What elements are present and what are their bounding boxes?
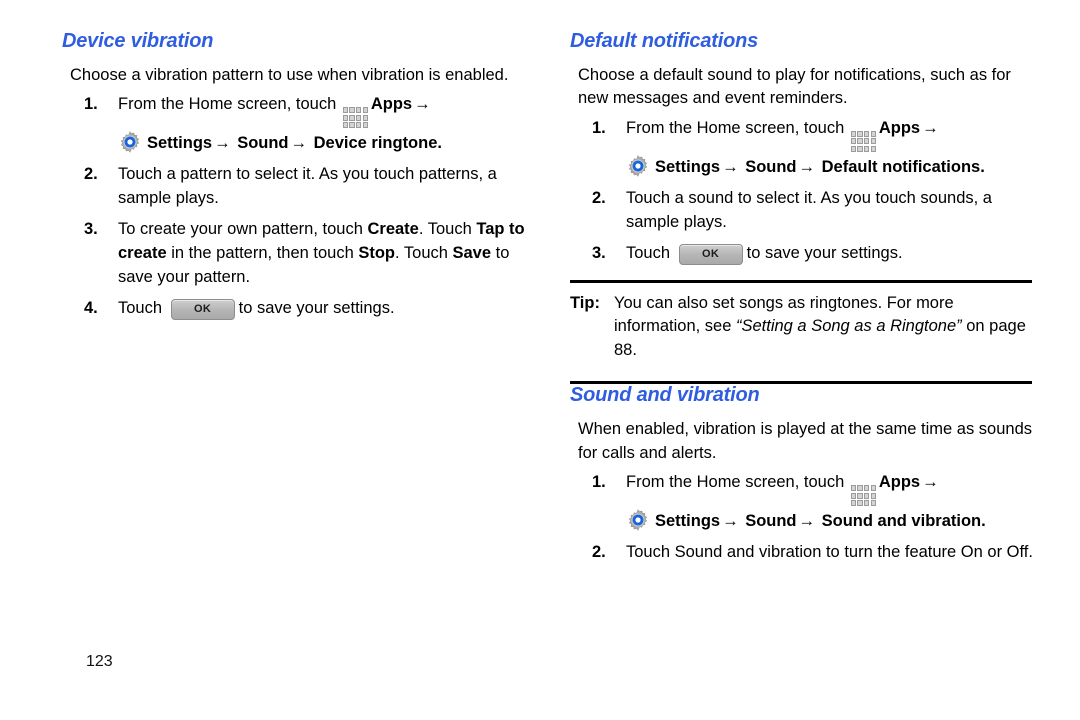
body-text: . Touch — [418, 220, 477, 239]
right-column: Default notifications Choose a default s… — [570, 30, 1040, 572]
body-text: To create your own pattern, touch — [118, 220, 368, 239]
apps-grid-icon — [342, 107, 368, 129]
settings-path: Settings → Sound → Device ringtone. — [118, 130, 532, 156]
path-leaf: Device ringtone — [313, 134, 438, 153]
list-item: 2. Touch Sound and vibration to turn the… — [570, 541, 1040, 565]
steps-list-default-notifications: 1. From the Home screen, touch Apps → Set… — [570, 117, 1040, 266]
ok-button[interactable]: OK — [678, 243, 743, 265]
arrow-glyph: → — [798, 512, 816, 531]
step-number: 1. — [592, 473, 606, 492]
settings-path: Settings → Sound → Default notifications. — [626, 154, 1040, 180]
body-text: . Touch — [395, 244, 453, 263]
step-text: Touch — [626, 243, 675, 262]
emphasis-text: Create — [367, 220, 419, 239]
path-suffix: . — [437, 134, 442, 153]
settings-path: Settings → Sound → Sound and vibration. — [626, 508, 1040, 534]
step-number: 4. — [84, 298, 98, 317]
step-number: 2. — [592, 543, 606, 562]
page-number: 123 — [86, 653, 113, 670]
step-number: 2. — [592, 188, 606, 207]
list-item: 1. From the Home screen, touch Apps → Set… — [570, 117, 1040, 180]
path-leaf: Sound and vibration — [821, 512, 982, 531]
left-column: Device vibration Choose a vibration patt… — [62, 30, 532, 328]
step-text: Touch a pattern to select it. As you tou… — [118, 165, 497, 208]
step-text: From the Home screen, touch — [626, 473, 849, 492]
step-number: 2. — [84, 165, 98, 184]
arrow-glyph: → — [214, 134, 231, 153]
step-text: From the Home screen, touch — [118, 95, 341, 114]
path-settings: Settings — [655, 512, 721, 531]
step-number: 1. — [84, 95, 98, 114]
apps-label: Apps — [878, 473, 921, 492]
arrow-glyph: → — [722, 512, 739, 531]
settings-gear-icon — [118, 130, 142, 154]
intro-text-sound-and-vibration: When enabled, vibration is played at the… — [578, 420, 1033, 462]
emphasis-text: Stop — [358, 244, 396, 263]
page-title-default-notifications: Default notifications — [570, 30, 759, 52]
list-item: 4. Touch OK to save your settings. — [62, 297, 532, 321]
path-suffix: . — [980, 157, 985, 176]
list-item: 1. From the Home screen, touch Apps → Set… — [62, 93, 532, 156]
step-number: 3. — [84, 220, 98, 239]
arrow-glyph: → — [290, 134, 308, 153]
path-suffix: . — [981, 512, 986, 531]
page-title-sound-and-vibration: Sound and vibration — [570, 384, 760, 407]
page-title-device-vibration: Device vibration — [62, 30, 214, 52]
emphasis-text: Save — [452, 244, 492, 263]
arrow-glyph: → — [922, 473, 939, 492]
ok-button[interactable]: OK — [170, 298, 235, 321]
steps-list-sound-and-vibration: 1. From the Home screen, touch Apps → Set… — [570, 471, 1040, 565]
path-sound: Sound — [745, 157, 797, 176]
apps-grid-icon — [850, 485, 876, 507]
step-text: Touch a sound to select it. As you touch… — [626, 188, 992, 231]
tip-label: Tip: — [570, 293, 600, 312]
path-sound: Sound — [237, 134, 289, 153]
settings-gear-icon — [626, 154, 650, 178]
list-item: 3. Touch OK to save your settings. — [570, 242, 1040, 266]
step-text: to save your settings. — [746, 243, 903, 262]
step-text-rich: To create your own pattern, touch Create… — [118, 220, 525, 286]
arrow-glyph: → — [922, 118, 939, 137]
apps-label: Apps — [878, 118, 921, 137]
step-number: 3. — [592, 243, 606, 262]
step-number: 1. — [592, 118, 606, 137]
intro-text-default-notifications: Choose a default sound to play for notif… — [578, 66, 1011, 108]
step-text: to save your settings. — [238, 298, 395, 317]
path-sound: Sound — [745, 512, 797, 531]
body-text: in the pattern, then touch — [166, 244, 359, 263]
steps-list-device-vibration: 1. From the Home screen, touch Apps → Set… — [62, 93, 532, 321]
path-settings: Settings — [147, 134, 213, 153]
step-text: Touch — [118, 298, 167, 317]
list-item: 2. Touch a sound to select it. As you to… — [570, 187, 1040, 235]
step-text: Touch Sound and vibration to turn the fe… — [626, 543, 1033, 562]
step-text: From the Home screen, touch — [626, 118, 849, 137]
arrow-glyph: → — [722, 157, 739, 176]
list-item: 1. From the Home screen, touch Apps → Set… — [570, 471, 1040, 534]
intro-text-device-vibration: Choose a vibration pattern to use when v… — [70, 66, 509, 84]
tip-callout: Tip: You can also set songs as ringtones.… — [570, 283, 1040, 368]
apps-label: Apps — [370, 95, 413, 114]
list-item: 3. To create your own pattern, touch Cre… — [62, 218, 532, 290]
manual-page: Device vibration Choose a vibration patt… — [0, 0, 1080, 720]
list-item: 2. Touch a pattern to select it. As you … — [62, 163, 532, 211]
tip-reference-title: “Setting a Song as a Ringtone” — [735, 317, 962, 336]
path-leaf: Default notifications — [821, 157, 981, 176]
arrow-glyph: → — [414, 95, 431, 114]
path-settings: Settings — [655, 157, 721, 176]
apps-grid-icon — [850, 130, 876, 152]
arrow-glyph: → — [798, 157, 816, 176]
settings-gear-icon — [626, 508, 650, 532]
